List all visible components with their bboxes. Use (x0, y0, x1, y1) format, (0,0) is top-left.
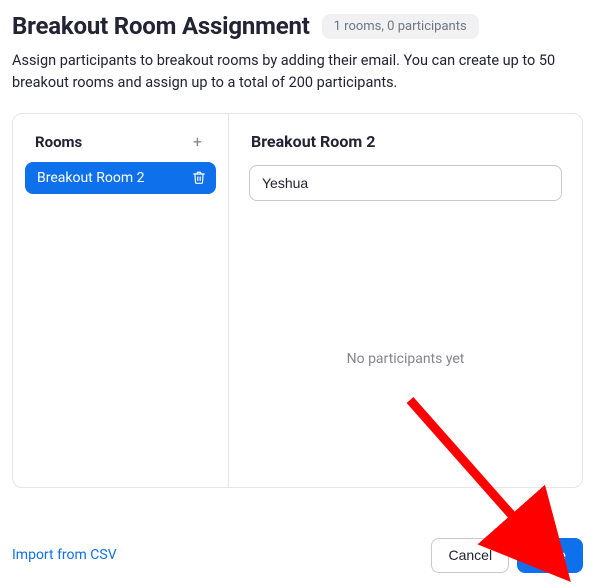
no-participants-message: No participants yet (249, 351, 562, 367)
save-button[interactable]: Save (517, 538, 583, 573)
room-detail-title: Breakout Room 2 (251, 132, 562, 151)
add-room-button[interactable]: + (189, 132, 206, 152)
page-description: Assign participants to breakout rooms by… (12, 50, 583, 95)
room-item-label: Breakout Room 2 (37, 170, 144, 186)
room-item[interactable]: Breakout Room 2 (25, 162, 216, 194)
delete-room-button[interactable] (192, 170, 206, 185)
import-csv-link[interactable]: Import from CSV (12, 547, 117, 563)
trash-icon (192, 170, 206, 185)
page-title: Breakout Room Assignment (12, 12, 310, 40)
participant-email-input[interactable] (249, 165, 562, 201)
page-footer: Import from CSV Cancel Save (12, 538, 583, 573)
rooms-header: Rooms + (25, 132, 216, 162)
page-header: Breakout Room Assignment 1 rooms, 0 part… (12, 12, 583, 40)
footer-buttons: Cancel Save (431, 538, 583, 573)
cancel-button[interactable]: Cancel (431, 538, 509, 573)
assignment-panel: Rooms + Breakout Room 2 Breakout Room 2 … (12, 113, 583, 488)
plus-icon: + (193, 132, 202, 151)
room-count-badge: 1 rooms, 0 participants (322, 14, 479, 39)
rooms-label: Rooms (35, 133, 82, 151)
rooms-sidebar: Rooms + Breakout Room 2 (13, 114, 229, 487)
room-detail-pane: Breakout Room 2 No participants yet (229, 114, 582, 487)
